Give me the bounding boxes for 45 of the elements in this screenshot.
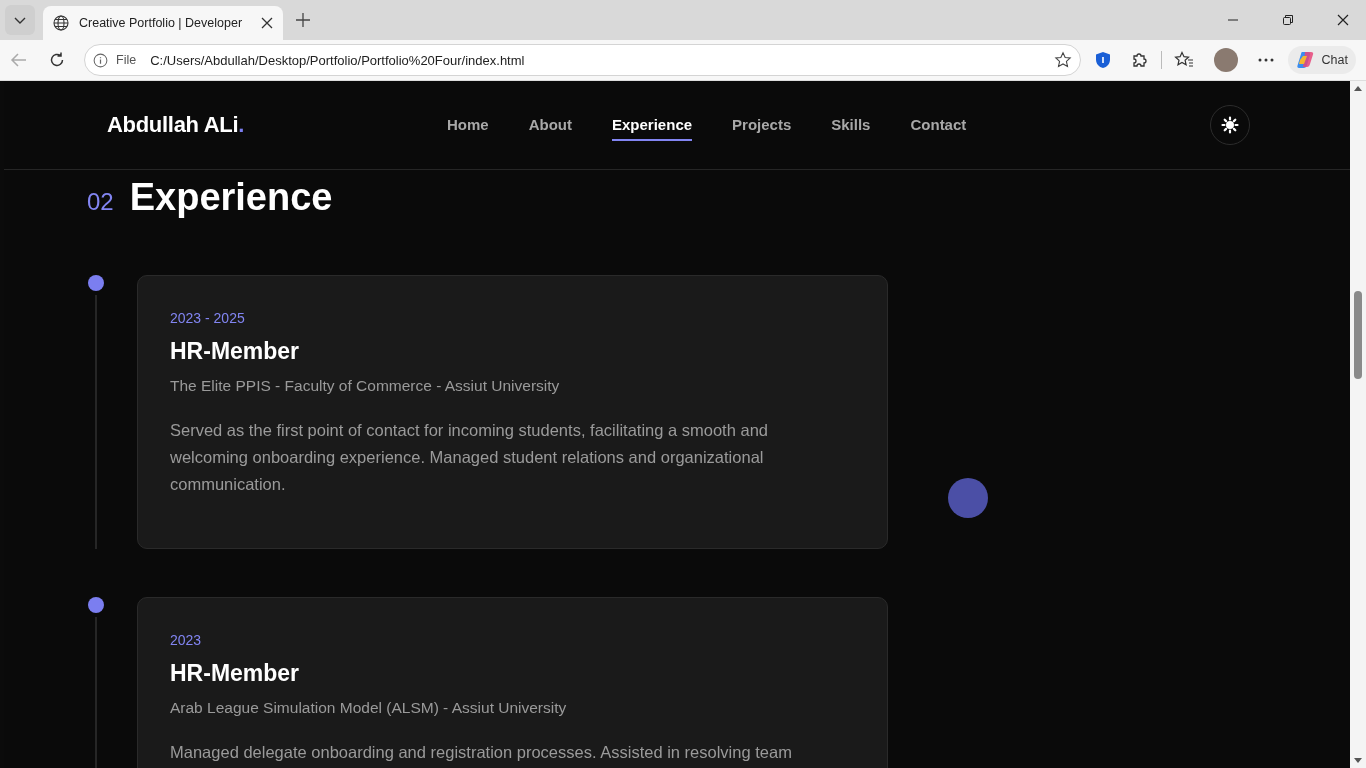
- nav-link[interactable]: About: [528, 109, 572, 141]
- organization-text: The Elite PPIS - Faculty of Commerce - Assiut University: [170, 377, 561, 395]
- role-title: HR-Member: [170, 660, 301, 687]
- nav-link[interactable]: Home: [447, 109, 489, 141]
- nav-link[interactable]: Skills: [831, 109, 871, 141]
- period-text: 2023: [170, 632, 203, 648]
- timeline-dot: [87, 597, 104, 613]
- url-text: C:/Users/Abdullah/Desktop/Portfolio/Portfolio%20Four/index.html: [150, 52, 525, 68]
- nav-link[interactable]: Projects: [732, 109, 792, 141]
- sun-icon: [1221, 116, 1239, 134]
- puzzle-icon[interactable]: [1130, 51, 1149, 69]
- browser-tab[interactable]: Creative Portfolio | Developer: [43, 6, 283, 40]
- nav-link[interactable]: Contact: [910, 109, 967, 141]
- address-bar[interactable]: File C:/Users/Abdullah/Desktop/Portfolio/Portfolio%20Four/index.html: [84, 44, 1081, 76]
- organization-text: Arab League Simulation Model (ALSM) - Assiut University: [170, 699, 568, 717]
- period-text: 2023 - 2025: [170, 310, 246, 326]
- description-text: Served as the first point of contact for incoming students, facilitating a smooth and welcoming onboarding experience. Managed student relations and organizational communication.: [170, 420, 769, 495]
- scroll-up-icon: [1354, 85, 1362, 91]
- site-logo[interactable]: Abdullah ALi.: [107, 112, 447, 138]
- globe-icon: [53, 15, 69, 31]
- section-number: 02: [87, 188, 114, 216]
- nav-link[interactable]: Experience: [612, 109, 693, 141]
- theme-toggle-button[interactable]: [1210, 105, 1250, 145]
- star-icon[interactable]: [1053, 51, 1072, 69]
- shield-icon[interactable]: [1094, 51, 1111, 69]
- tab-title: Creative Portfolio | Developer: [79, 16, 244, 30]
- description-text: Managed delegate onboarding and registration processes. Assisted in resolving team: [170, 742, 793, 763]
- cursor-circle: [948, 478, 988, 518]
- close-icon[interactable]: [1337, 14, 1349, 26]
- reload-icon[interactable]: [48, 51, 66, 69]
- section-title: Experience: [129, 176, 333, 219]
- close-icon[interactable]: [261, 17, 273, 29]
- copilot-icon: [1295, 50, 1316, 70]
- role-title: HR-Member: [170, 338, 301, 365]
- restore-icon[interactable]: [1282, 14, 1294, 26]
- info-icon: [93, 52, 108, 68]
- scrollbar-thumb[interactable]: [1354, 291, 1362, 379]
- more-icon[interactable]: [1257, 58, 1274, 62]
- profile-avatar[interactable]: [1213, 48, 1238, 72]
- new-tab-icon[interactable]: [295, 12, 311, 28]
- chat-button[interactable]: Chat: [1287, 46, 1356, 74]
- scheme-label: File: [116, 53, 137, 67]
- scroll-down-icon: [1354, 758, 1362, 764]
- timeline-dot: [87, 275, 104, 291]
- favorites-icon[interactable]: [1173, 51, 1194, 69]
